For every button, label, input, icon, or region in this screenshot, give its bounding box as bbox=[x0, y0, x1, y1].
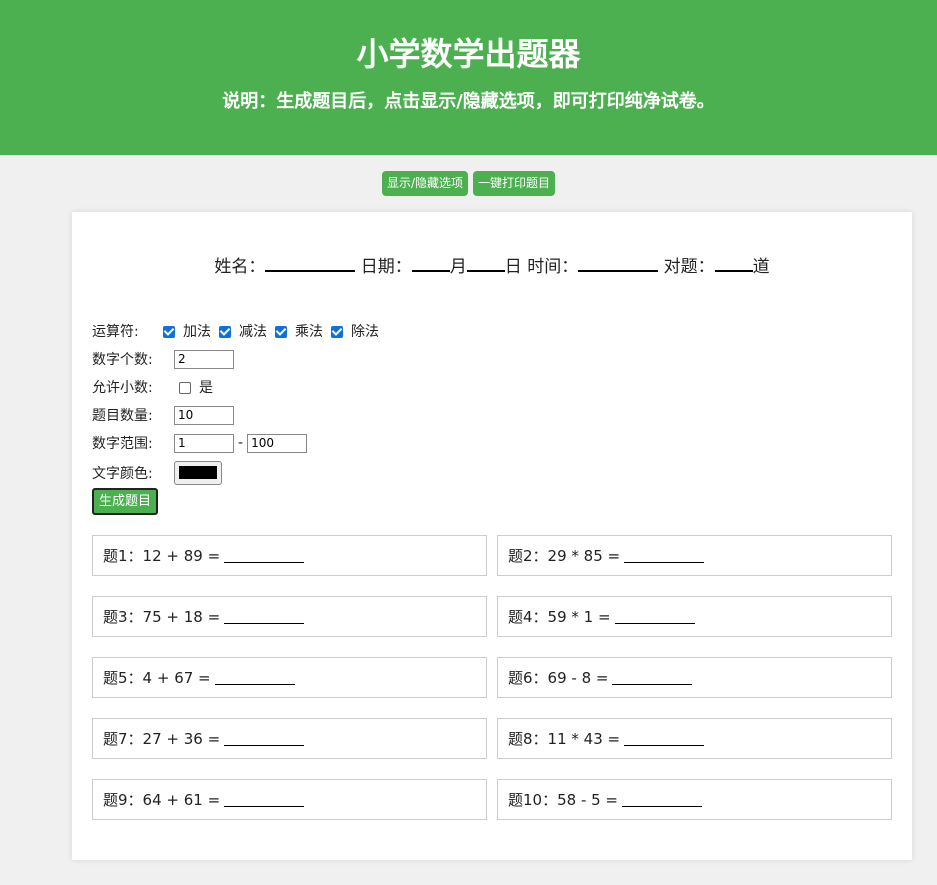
decimal-label: 允许小数: bbox=[92, 380, 153, 396]
operator-divide[interactable]: 除法 bbox=[331, 321, 379, 341]
subtract-checkbox[interactable] bbox=[219, 326, 231, 338]
correct-label: 对题： bbox=[663, 257, 715, 277]
count-input[interactable] bbox=[174, 349, 234, 369]
question-item: 题10：58 - 5 = bbox=[497, 779, 892, 820]
month-blank bbox=[411, 255, 450, 272]
question-text: 题2：29 * 85 = bbox=[508, 547, 621, 565]
answer-blank bbox=[624, 549, 705, 563]
color-row: 文字颜色: bbox=[92, 457, 387, 488]
add-checkbox[interactable] bbox=[163, 326, 175, 338]
range-separator: - bbox=[238, 435, 244, 451]
color-preview bbox=[179, 466, 217, 479]
question-item: 题8：11 * 43 = bbox=[497, 718, 892, 759]
question-item: 题3：75 + 18 = bbox=[92, 596, 487, 637]
day-blank bbox=[466, 255, 505, 272]
name-blank bbox=[265, 255, 356, 272]
answer-blank bbox=[224, 793, 305, 807]
range-min-input[interactable] bbox=[174, 433, 234, 453]
question-text: 题5：4 + 67 = bbox=[103, 669, 211, 687]
add-label: 加法 bbox=[183, 324, 211, 340]
day-label: 日 bbox=[504, 257, 522, 277]
divide-label: 除法 bbox=[351, 324, 379, 340]
multiply-checkbox[interactable] bbox=[275, 326, 287, 338]
decimal-option-label: 是 bbox=[199, 380, 213, 396]
time-label: 时间： bbox=[527, 257, 579, 277]
toggle-options-button[interactable]: 显示/隐藏选项 bbox=[381, 171, 469, 196]
name-label: 姓名： bbox=[214, 257, 266, 277]
worksheet-card: 姓名： 日期： 月 日 时间： 对题： 道 运算符: 加法 减法 乘法 除法 数字个数… bbox=[72, 212, 912, 860]
question-item: 题1：12 + 89 = bbox=[92, 535, 487, 576]
multiply-label: 乘法 bbox=[295, 324, 323, 340]
student-info-line: 姓名： 日期： 月 日 时间： 对题： 道 bbox=[72, 255, 912, 278]
month-label: 月 bbox=[449, 257, 467, 277]
page-subtitle: 说明：生成题目后，点击显示/隐藏选项，即可打印纯净试卷。 bbox=[222, 91, 715, 112]
qty-input[interactable] bbox=[174, 405, 234, 425]
question-item: 题7：27 + 36 = bbox=[92, 718, 487, 759]
count-row: 数字个数: bbox=[92, 345, 387, 373]
answer-blank bbox=[224, 549, 305, 563]
question-item: 题2：29 * 85 = bbox=[497, 535, 892, 576]
page-header: 小学数学出题器 说明：生成题目后，点击显示/隐藏选项，即可打印纯净试卷。 bbox=[0, 0, 937, 155]
question-item: 题4：59 * 1 = bbox=[497, 596, 892, 637]
question-text: 题7：27 + 36 = bbox=[103, 730, 221, 748]
question-text: 题4：59 * 1 = bbox=[508, 608, 611, 626]
options-panel: 运算符: 加法 减法 乘法 除法 数字个数: 允许小数: 是 题目数量: 数字范… bbox=[92, 317, 387, 488]
print-button[interactable]: 一键打印题目 bbox=[473, 171, 556, 196]
decimal-row: 允许小数: 是 bbox=[92, 373, 387, 401]
operator-label: 运算符: bbox=[92, 324, 139, 340]
answer-blank bbox=[612, 671, 693, 685]
divide-checkbox[interactable] bbox=[331, 326, 343, 338]
answer-blank bbox=[622, 793, 703, 807]
question-item: 题9：64 + 61 = bbox=[92, 779, 487, 820]
answer-blank bbox=[614, 610, 695, 624]
answer-blank bbox=[224, 610, 305, 624]
operator-multiply[interactable]: 乘法 bbox=[275, 321, 323, 341]
decimal-checkbox[interactable] bbox=[179, 382, 191, 394]
range-max-input[interactable] bbox=[247, 433, 308, 453]
correct-unit: 道 bbox=[752, 257, 770, 277]
question-text: 题9：64 + 61 = bbox=[103, 791, 221, 809]
answer-blank bbox=[224, 732, 305, 746]
generate-button[interactable]: 生成题目 bbox=[92, 488, 159, 515]
subtract-label: 减法 bbox=[239, 324, 267, 340]
page-title: 小学数学出题器 bbox=[356, 35, 581, 73]
question-text: 题6：69 - 8 = bbox=[508, 669, 609, 687]
correct-blank bbox=[714, 255, 753, 272]
qty-label: 题目数量: bbox=[92, 408, 153, 424]
operator-row: 运算符: 加法 减法 乘法 除法 bbox=[92, 317, 387, 345]
color-picker[interactable] bbox=[174, 460, 222, 485]
question-text: 题8：11 * 43 = bbox=[508, 730, 621, 748]
count-label: 数字个数: bbox=[92, 352, 153, 368]
answer-blank bbox=[624, 732, 705, 746]
range-label: 数字范围: bbox=[92, 436, 153, 452]
question-text: 题3：75 + 18 = bbox=[103, 608, 221, 626]
time-blank bbox=[578, 255, 659, 272]
date-label: 日期： bbox=[360, 257, 412, 277]
range-row: 数字范围: - bbox=[92, 429, 387, 457]
operator-add[interactable]: 加法 bbox=[163, 321, 211, 341]
question-item: 题6：69 - 8 = bbox=[497, 657, 892, 698]
qty-row: 题目数量: bbox=[92, 401, 387, 429]
questions-grid: 题1：12 + 89 = 题2：29 * 85 = 题3：75 + 18 = 题4：5… bbox=[92, 535, 892, 820]
color-label: 文字颜色: bbox=[92, 465, 153, 482]
toolbar: 显示/隐藏选项 一键打印题目 bbox=[0, 155, 937, 212]
question-text: 题1：12 + 89 = bbox=[103, 547, 221, 565]
answer-blank bbox=[214, 671, 295, 685]
question-text: 题10：58 - 5 = bbox=[508, 791, 619, 809]
question-item: 题5：4 + 67 = bbox=[92, 657, 487, 698]
operator-subtract[interactable]: 减法 bbox=[219, 321, 267, 341]
